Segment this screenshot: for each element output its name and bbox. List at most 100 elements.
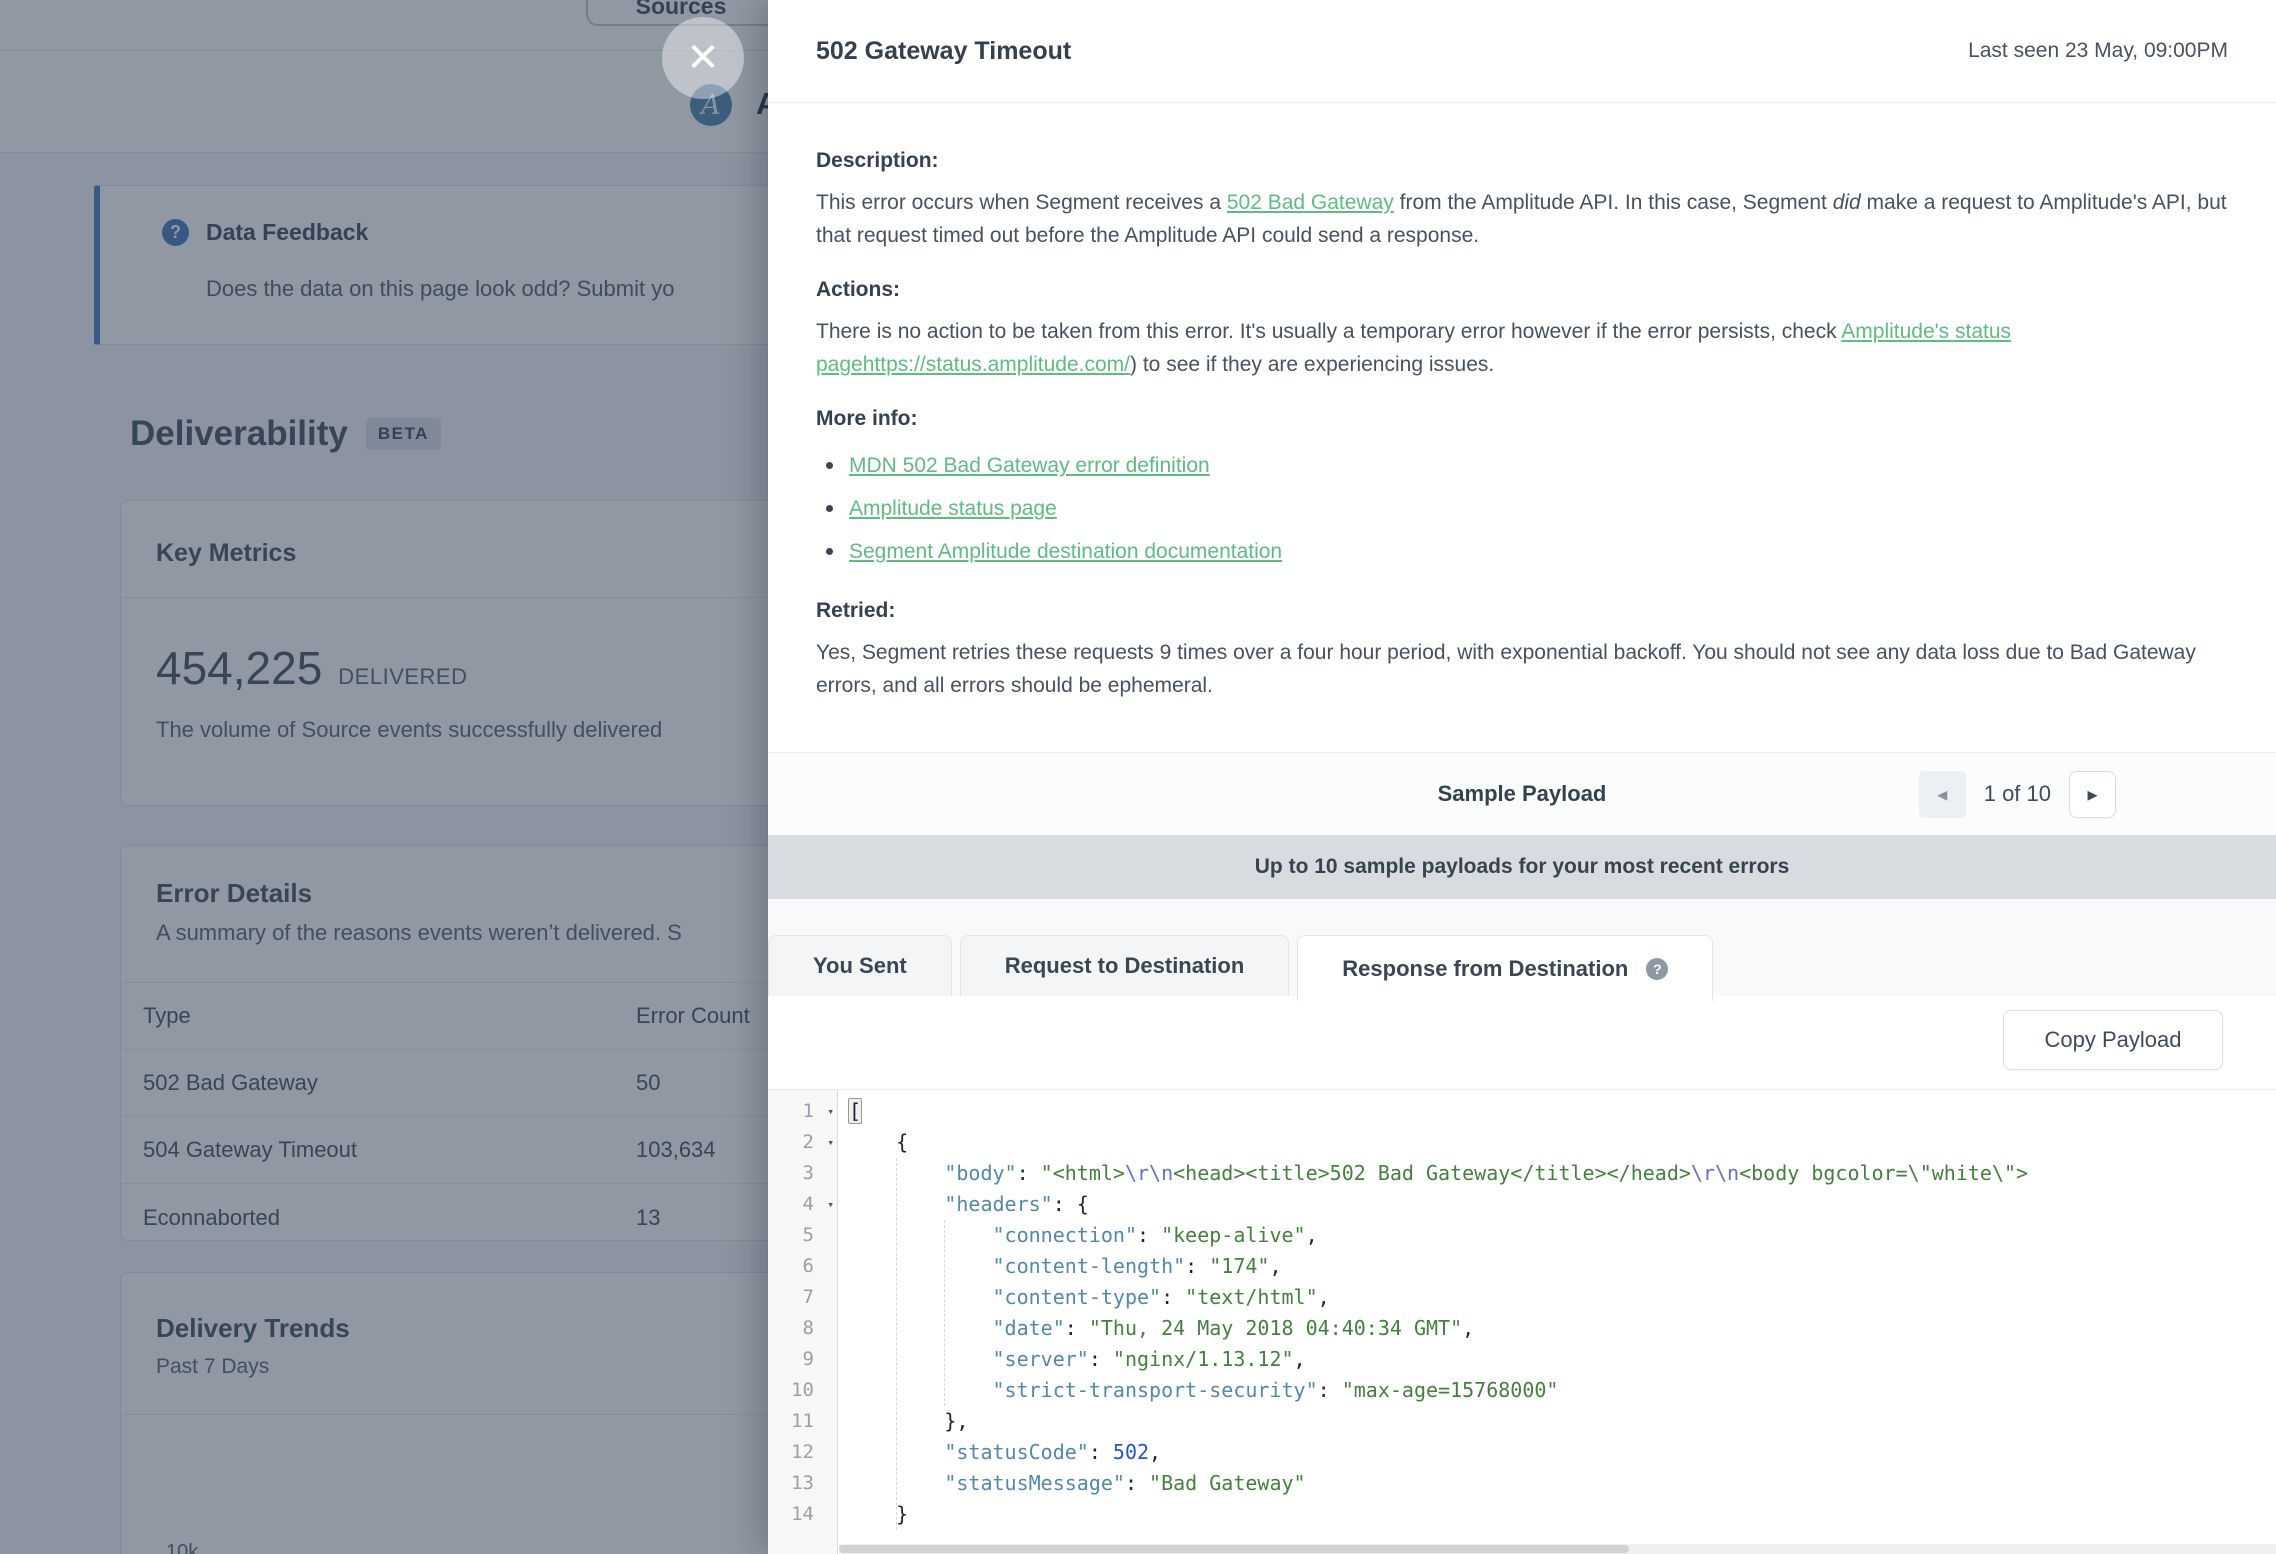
code-text: "body": "<html>\r\n<head><title>502 Bad … <box>838 1158 2028 1189</box>
tab-you-sent[interactable]: You Sent <box>768 935 952 996</box>
code-text: "strict-transport-security": "max-age=15… <box>838 1375 1558 1406</box>
code-token: "headers" <box>944 1192 1052 1216</box>
panel-header: 502 Gateway Timeout Last seen 23 May, 09… <box>768 0 2276 103</box>
scrollbar-thumb[interactable] <box>839 1545 1629 1553</box>
bullet-icon <box>826 462 833 469</box>
next-payload-button[interactable]: ▸ <box>2069 771 2116 818</box>
more-info-item: MDN 502 Bad Gateway error definition <box>822 444 2228 487</box>
close-icon[interactable]: ✕ <box>662 17 744 99</box>
code-token: "max-age=15768000" <box>1342 1378 1559 1402</box>
text: from the Amplitude API. In this case, Se… <box>1394 191 1833 214</box>
text: This error occurs when Segment receives … <box>816 191 1227 214</box>
description-text: This error occurs when Segment receives … <box>816 186 2228 252</box>
code-line: 10 "strict-transport-security": "max-age… <box>768 1375 2276 1406</box>
horizontal-scrollbar[interactable] <box>839 1544 2276 1554</box>
code-text: }, <box>838 1406 968 1437</box>
tab-label: Request to Destination <box>1005 953 1245 979</box>
line-number: 1▾ <box>768 1096 838 1127</box>
line-number: 9 <box>768 1344 838 1375</box>
code-token: , <box>1149 1440 1161 1464</box>
line-number: 5 <box>768 1220 838 1251</box>
code-text: "headers": { <box>838 1189 1089 1220</box>
more-info-link[interactable]: Amplitude status page <box>849 487 1057 530</box>
code-token: "statusMessage" <box>944 1471 1125 1495</box>
code-token: "content-type" <box>993 1285 1162 1309</box>
code-token: : <box>1089 1440 1113 1464</box>
code-token: : <box>1089 1347 1113 1371</box>
bad-gateway-link[interactable]: 502 Bad Gateway <box>1227 191 1394 214</box>
code-token: : <box>1137 1223 1161 1247</box>
more-info-link[interactable]: MDN 502 Bad Gateway error definition <box>849 444 1210 487</box>
code-token: "statusCode" <box>944 1440 1089 1464</box>
more-info-list: MDN 502 Bad Gateway error definitionAmpl… <box>822 444 2228 573</box>
screen: Sources A A ? Data Feedback Does the dat… <box>0 0 2276 1554</box>
code-token <box>848 1285 993 1309</box>
code-token <box>848 1378 993 1402</box>
code-token <box>848 1471 944 1495</box>
line-number: 3 <box>768 1158 838 1189</box>
code-token: } <box>848 1502 908 1526</box>
code-token: : { <box>1053 1192 1089 1216</box>
code-line: 8 "date": "Thu, 24 May 2018 04:40:34 GMT… <box>768 1313 2276 1344</box>
code-token <box>848 1440 944 1464</box>
help-icon[interactable]: ? <box>1646 958 1668 980</box>
code-token <box>848 1254 993 1278</box>
code-line: 9 "server": "nginx/1.13.12", <box>768 1344 2276 1375</box>
code-text: "content-length": "174", <box>838 1251 1282 1282</box>
copy-row: Copy Payload <box>768 996 2276 1090</box>
line-number: 2▾ <box>768 1127 838 1158</box>
code-token: "174" <box>1209 1254 1269 1278</box>
more-info-label: More info: <box>816 407 2228 431</box>
code-token <box>848 1223 993 1247</box>
pagination-text: 1 of 10 <box>1984 781 2051 807</box>
code-text: "statusMessage": "Bad Gateway" <box>838 1468 1306 1499</box>
code-token <box>848 1347 993 1371</box>
emphasized-text: did <box>1833 191 1861 214</box>
payload-code-editor[interactable]: 1▾[2▾ {3 "body": "<html>\r\n<head><title… <box>768 1090 2276 1554</box>
code-token: , <box>1294 1347 1306 1371</box>
code-line: 1▾[ <box>768 1096 2276 1127</box>
code-token: <head><title>502 Bad Gateway</title></he… <box>1173 1161 1691 1185</box>
code-token: "Thu, 24 May 2018 04:40:34 GMT" <box>1089 1316 1462 1340</box>
tab-label: Response from Destination <box>1342 956 1628 982</box>
copy-payload-button[interactable]: Copy Payload <box>2003 1010 2223 1070</box>
more-info-item: Amplitude status page <box>822 487 2228 530</box>
line-number: 8 <box>768 1313 838 1344</box>
code-line: 4▾ "headers": { <box>768 1189 2276 1220</box>
retried-text: Yes, Segment retries these requests 9 ti… <box>816 636 2228 702</box>
code-token: "Bad Gateway" <box>1149 1471 1306 1495</box>
fold-arrow-icon[interactable]: ▾ <box>827 1189 834 1220</box>
code-line: 11 }, <box>768 1406 2276 1437</box>
fold-arrow-icon[interactable]: ▾ <box>827 1127 834 1158</box>
previous-payload-button[interactable]: ◂ <box>1919 771 1966 818</box>
panel-body: Description: This error occurs when Segm… <box>768 103 2276 728</box>
line-number: 6 <box>768 1251 838 1282</box>
text: ) to see if they are experiencing issues… <box>1130 353 1494 376</box>
sample-payload-title: Sample Payload <box>1438 781 1607 807</box>
code-token: : <box>1065 1316 1089 1340</box>
code-token: "nginx/1.13.12" <box>1113 1347 1294 1371</box>
line-number: 11 <box>768 1406 838 1437</box>
line-number: 14 <box>768 1499 838 1530</box>
code-token: \r\n <box>1125 1161 1173 1185</box>
retried-label: Retried: <box>816 599 2228 623</box>
code-token: { <box>848 1130 908 1154</box>
code-token: "body" <box>944 1161 1016 1185</box>
code-token: , <box>1269 1254 1281 1278</box>
sample-payload-banner: Up to 10 sample payloads for your most r… <box>768 835 2276 899</box>
code-token: "<html> <box>1041 1161 1125 1185</box>
payload-tabbar: You Sent Request to Destination Response f… <box>768 899 2276 996</box>
tab-response-from-destination[interactable]: Response from Destination? <box>1297 935 1713 1001</box>
bullet-icon <box>826 505 833 512</box>
more-info-link[interactable]: Segment Amplitude destination documentat… <box>849 530 1282 573</box>
tab-request-to-destination[interactable]: Request to Destination <box>960 935 1290 996</box>
modal-overlay[interactable] <box>0 0 768 1554</box>
tab-label: You Sent <box>813 953 907 979</box>
code-text: "statusCode": 502, <box>838 1437 1161 1468</box>
code-line: 14 } <box>768 1499 2276 1530</box>
code-text: "server": "nginx/1.13.12", <box>838 1344 1306 1375</box>
bullet-icon <box>826 548 833 555</box>
code-text: } <box>838 1499 908 1530</box>
fold-arrow-icon[interactable]: ▾ <box>827 1096 834 1127</box>
code-token: "server" <box>993 1347 1089 1371</box>
